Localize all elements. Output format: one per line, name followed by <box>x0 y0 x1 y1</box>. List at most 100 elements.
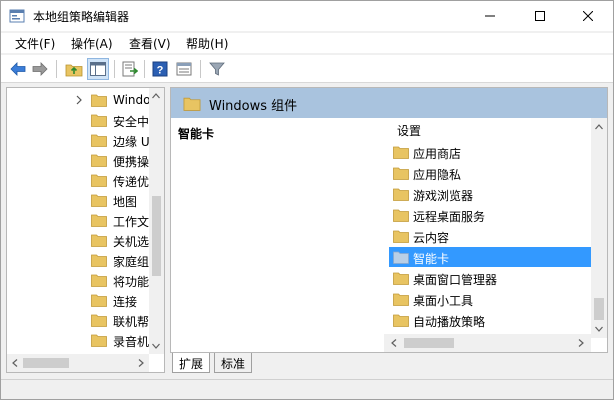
tree-item-label: 工作文 <box>113 215 150 229</box>
scroll-right-arrow-icon[interactable] <box>135 357 147 369</box>
maximize-icon <box>535 11 545 21</box>
details-vertical-scrollbar[interactable] <box>591 118 607 338</box>
tree-vertical-scrollbar[interactable] <box>149 88 164 354</box>
close-icon <box>583 11 593 21</box>
menu-file[interactable]: 文件(F) <box>15 35 55 52</box>
tree-item-label: 录音机 <box>113 335 150 349</box>
menu-help[interactable]: 帮助(H) <box>186 35 228 52</box>
tree-item[interactable]: 工作文 <box>7 210 150 230</box>
list-item-remote-desktop[interactable]: 远程桌面服务 <box>389 205 591 225</box>
settings-column-header[interactable]: 设置 <box>397 122 421 139</box>
show-hide-tree-button[interactable] <box>87 58 109 80</box>
menu-action[interactable]: 操作(A) <box>71 35 113 52</box>
toolbar-separator <box>200 60 201 78</box>
folder-icon <box>91 194 107 207</box>
details-horizontal-scroll-thumb[interactable] <box>404 338 454 348</box>
details-header: Windows 组件 <box>171 88 607 118</box>
tree-item-label: 便携操 <box>113 155 150 169</box>
list-item-cloud-content[interactable]: 云内容 <box>389 226 591 246</box>
forward-arrow-icon <box>32 62 48 76</box>
tree-item[interactable]: 联机帮 <box>7 310 150 330</box>
close-button[interactable] <box>565 1 611 31</box>
tab-extended[interactable]: 扩展 <box>172 353 211 373</box>
properties-button[interactable] <box>173 58 195 80</box>
tree-item-label: 传递优 <box>113 175 150 189</box>
folder-icon <box>393 167 409 180</box>
tree-item-label: 连接 <box>113 295 138 309</box>
tree-item[interactable]: 传递优 <box>7 170 150 190</box>
tree-item[interactable]: 地图 <box>7 190 150 210</box>
scroll-left-arrow-icon[interactable] <box>388 337 400 349</box>
help-button[interactable]: ? <box>149 58 171 80</box>
filter-button[interactable] <box>206 58 228 80</box>
tree-item[interactable]: 将功能 <box>7 270 150 290</box>
back-button[interactable] <box>7 58 29 80</box>
list-item-app-privacy[interactable]: 应用隐私 <box>389 163 591 183</box>
scroll-up-arrow-icon[interactable] <box>593 121 605 133</box>
maximize-button[interactable] <box>517 1 563 31</box>
list-item-autoplay-policies[interactable]: 自动播放策略 <box>389 310 591 330</box>
menu-view[interactable]: 查看(V) <box>129 35 171 52</box>
folder-icon <box>91 314 107 327</box>
tab-standard[interactable]: 标准 <box>214 353 253 373</box>
list-item-label: 桌面窗口管理器 <box>413 273 498 287</box>
chevron-right-icon[interactable] <box>74 94 84 106</box>
tree-vertical-scroll-thumb[interactable] <box>152 196 161 276</box>
folder-icon <box>91 254 107 267</box>
up-one-level-button[interactable] <box>63 58 85 80</box>
toolbar-separator <box>56 60 57 78</box>
list-item-label: 自动播放策略 <box>413 315 486 329</box>
folder-icon <box>91 234 107 247</box>
tree-item-windows-components[interactable]: Windo <box>7 90 151 110</box>
toolbar: ? <box>1 55 613 83</box>
folder-icon <box>393 251 409 264</box>
list-item-label: 应用隐私 <box>413 168 462 182</box>
folder-icon <box>91 134 107 147</box>
folder-icon <box>393 272 409 285</box>
folder-icon <box>393 188 409 201</box>
list-item-game-explorer[interactable]: 游戏浏览器 <box>389 184 591 204</box>
scroll-down-arrow-icon[interactable] <box>150 340 162 352</box>
status-bar <box>1 379 613 399</box>
tree-horizontal-scrollbar[interactable] <box>7 354 149 372</box>
folder-icon <box>393 314 409 327</box>
list-item-desktop-gadgets[interactable]: 桌面小工具 <box>389 289 591 309</box>
tree-horizontal-scroll-thumb[interactable] <box>23 358 69 368</box>
folder-icon <box>91 174 107 187</box>
tree-item[interactable]: 便携操 <box>7 150 150 170</box>
list-item-label: 远程桌面服务 <box>413 210 486 224</box>
scroll-down-arrow-icon[interactable] <box>593 323 605 335</box>
folder-icon <box>91 114 107 127</box>
toolbar-separator <box>114 60 115 78</box>
title-bar[interactable]: 本地组策略编辑器 <box>1 1 613 31</box>
toolbar-separator <box>144 60 145 78</box>
details-horizontal-scrollbar[interactable] <box>384 334 591 352</box>
up-folder-icon <box>65 64 83 77</box>
tree-item[interactable]: 连接 <box>7 290 150 310</box>
tree-item-label: 家庭组 <box>113 255 150 269</box>
folder-icon <box>91 154 107 167</box>
tree-item-label: 地图 <box>113 195 138 209</box>
export-list-button[interactable] <box>119 58 141 80</box>
tree-item[interactable]: 安全中 <box>7 110 150 130</box>
details-vertical-scroll-thumb[interactable] <box>594 298 604 320</box>
list-item-desktop-window-manager[interactable]: 桌面窗口管理器 <box>389 268 591 288</box>
forward-button[interactable] <box>29 58 51 80</box>
list-item-smart-card[interactable]: 智能卡 <box>389 247 591 267</box>
tree-item-label: 将功能 <box>113 275 150 289</box>
tree-item[interactable]: 家庭组 <box>7 250 150 270</box>
list-item-app-store[interactable]: 应用商店 <box>389 142 591 162</box>
group-policy-editor-window: 本地组策略编辑器 文件(F) 操作(A) 查看(V) 帮助(H) ? Windo… <box>0 0 614 400</box>
minimize-button[interactable] <box>467 1 513 31</box>
folder-icon <box>393 146 409 159</box>
scroll-up-arrow-icon[interactable] <box>150 90 162 102</box>
details-pane: Windows 组件 智能卡 设置 应用商店 应用隐私 游戏浏览器 远程桌面服务… <box>170 87 608 353</box>
scroll-left-arrow-icon[interactable] <box>9 357 21 369</box>
tree-item[interactable]: 录音机 <box>7 330 150 350</box>
description-title: 智能卡 <box>178 127 215 141</box>
details-header-title: Windows 组件 <box>209 99 298 114</box>
tree-item[interactable]: 边缘 U <box>7 130 150 150</box>
scroll-right-arrow-icon[interactable] <box>575 337 587 349</box>
tree-item[interactable]: 关机选 <box>7 230 150 250</box>
console-tree[interactable]: Windo 安全中 边缘 U 便携操 传递优 地图 工作文 关机选 家庭组 将功… <box>6 87 165 373</box>
